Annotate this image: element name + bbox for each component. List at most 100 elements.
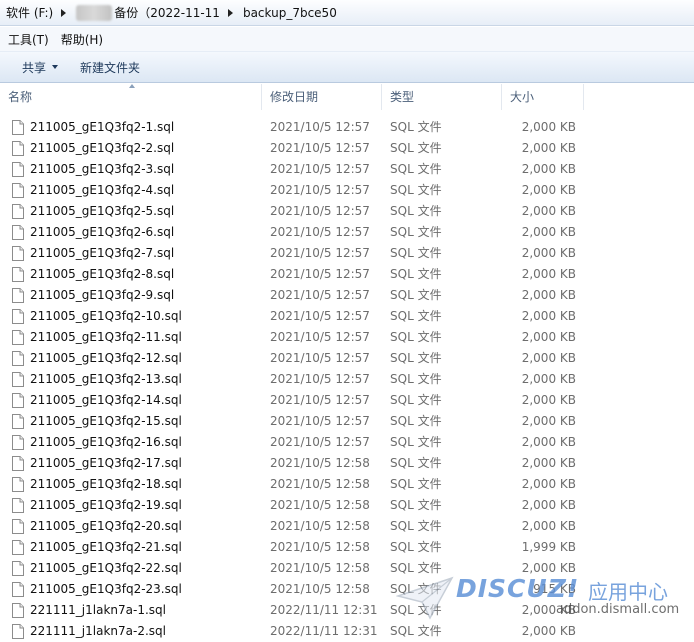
file-modified-date: 2021/10/5 12:57: [270, 330, 370, 344]
file-type: SQL 文件: [390, 288, 442, 302]
file-row[interactable]: 211005_gE1Q3fq2-2.sql 2021/10/5 12:57 SQL …: [0, 138, 694, 159]
column-header-label: 类型: [390, 90, 415, 104]
file-size: 2,000 KB: [521, 414, 576, 428]
menu-help[interactable]: 帮助(H): [55, 28, 109, 51]
file-icon: [12, 498, 24, 513]
file-type: SQL 文件: [390, 624, 442, 638]
file-name: 211005_gE1Q3fq2-16.sql: [30, 435, 182, 449]
file-name: 211005_gE1Q3fq2-19.sql: [30, 498, 182, 512]
chevron-right-icon[interactable]: [227, 8, 233, 17]
file-row[interactable]: 211005_gE1Q3fq2-14.sql 2021/10/5 12:57 SQL…: [0, 390, 694, 411]
file-row[interactable]: 211005_gE1Q3fq2-21.sql 2021/10/5 12:58 SQL…: [0, 537, 694, 558]
file-row[interactable]: 211005_gE1Q3fq2-18.sql 2021/10/5 12:58 SQL…: [0, 474, 694, 495]
file-row[interactable]: 211005_gE1Q3fq2-3.sql 2021/10/5 12:57 SQL …: [0, 159, 694, 180]
menu-tools[interactable]: 工具(T): [2, 28, 55, 51]
file-type: SQL 文件: [390, 162, 442, 176]
file-name: 221111_j1lakn7a-1.sql: [30, 603, 166, 617]
file-modified-date: 2022/11/11 12:31: [270, 603, 378, 617]
file-row[interactable]: 211005_gE1Q3fq2-7.sql 2021/10/5 12:57 SQL …: [0, 243, 694, 264]
file-row[interactable]: 221111_j1lakn7a-2.sql 2022/11/11 12:31 SQL…: [0, 621, 694, 642]
file-type: SQL 文件: [390, 456, 442, 470]
file-row[interactable]: 211005_gE1Q3fq2-17.sql 2021/10/5 12:58 SQL…: [0, 453, 694, 474]
file-size: 2,000 KB: [521, 330, 576, 344]
file-row[interactable]: 211005_gE1Q3fq2-11.sql 2021/10/5 12:57 SQL…: [0, 327, 694, 348]
breadcrumb-label: 备份（2022-11-11: [114, 6, 220, 20]
file-modified-date: 2021/10/5 12:57: [270, 141, 370, 155]
breadcrumb-backup-folder[interactable]: 备份（2022-11-11: [76, 4, 220, 21]
column-header-date[interactable]: 修改日期: [262, 84, 382, 110]
file-row[interactable]: 221111_j1lakn7a-1.sql 2022/11/11 12:31 SQL…: [0, 600, 694, 621]
chevron-right-icon[interactable]: [61, 8, 67, 17]
file-size: 2,000 KB: [521, 456, 576, 470]
address-bar[interactable]: 软件 (F:) 备份（2022-11-11 backup_7bce50: [0, 0, 694, 26]
file-type: SQL 文件: [390, 141, 442, 155]
column-header-name[interactable]: 名称: [0, 84, 262, 110]
file-name: 211005_gE1Q3fq2-4.sql: [30, 183, 175, 197]
file-row[interactable]: 211005_gE1Q3fq2-16.sql 2021/10/5 12:57 SQL…: [0, 432, 694, 453]
file-modified-date: 2022/11/11 12:31: [270, 624, 378, 638]
share-button[interactable]: 共享: [14, 55, 66, 80]
file-modified-date: 2021/10/5 12:57: [270, 204, 370, 218]
file-row[interactable]: 211005_gE1Q3fq2-5.sql 2021/10/5 12:57 SQL …: [0, 201, 694, 222]
file-icon: [12, 393, 24, 408]
file-type: SQL 文件: [390, 372, 442, 386]
file-row[interactable]: 211005_gE1Q3fq2-4.sql 2021/10/5 12:57 SQL …: [0, 180, 694, 201]
file-icon: [12, 204, 24, 219]
file-row[interactable]: 211005_gE1Q3fq2-19.sql 2021/10/5 12:58 SQL…: [0, 495, 694, 516]
file-icon: [12, 225, 24, 240]
file-type: SQL 文件: [390, 540, 442, 554]
breadcrumb-label: 软件 (F:): [6, 6, 54, 20]
file-modified-date: 2021/10/5 12:57: [270, 162, 370, 176]
file-row[interactable]: 211005_gE1Q3fq2-20.sql 2021/10/5 12:58 SQL…: [0, 516, 694, 537]
file-size: 2,000 KB: [521, 477, 576, 491]
file-icon: [12, 561, 24, 576]
file-size: 2,000 KB: [521, 183, 576, 197]
file-row[interactable]: 211005_gE1Q3fq2-6.sql 2021/10/5 12:57 SQL …: [0, 222, 694, 243]
file-name: 211005_gE1Q3fq2-23.sql: [30, 582, 182, 596]
file-row[interactable]: 211005_gE1Q3fq2-15.sql 2021/10/5 12:57 SQL…: [0, 411, 694, 432]
file-name: 211005_gE1Q3fq2-14.sql: [30, 393, 182, 407]
file-name: 211005_gE1Q3fq2-8.sql: [30, 267, 175, 281]
file-icon: [12, 603, 24, 618]
file-size: 2,000 KB: [521, 141, 576, 155]
file-row[interactable]: 211005_gE1Q3fq2-23.sql 2021/10/5 12:58 SQL…: [0, 579, 694, 600]
file-modified-date: 2021/10/5 12:57: [270, 120, 370, 134]
column-header-size[interactable]: 大小: [502, 84, 584, 110]
file-type: SQL 文件: [390, 120, 442, 134]
file-row[interactable]: 211005_gE1Q3fq2-10.sql 2021/10/5 12:57 SQL…: [0, 306, 694, 327]
file-modified-date: 2021/10/5 12:58: [270, 477, 370, 491]
new-folder-button[interactable]: 新建文件夹: [72, 55, 148, 80]
file-size: 2,000 KB: [521, 267, 576, 281]
menu-bar: 工具(T) 帮助(H): [0, 27, 694, 51]
file-modified-date: 2021/10/5 12:57: [270, 267, 370, 281]
file-icon: [12, 183, 24, 198]
file-icon: [12, 540, 24, 555]
file-icon: [12, 309, 24, 324]
file-type: SQL 文件: [390, 351, 442, 365]
file-icon: [12, 624, 24, 639]
file-icon: [12, 267, 24, 282]
file-modified-date: 2021/10/5 12:57: [270, 225, 370, 239]
breadcrumb-current-folder[interactable]: backup_7bce50: [243, 6, 337, 20]
file-size: 2,000 KB: [521, 435, 576, 449]
file-row[interactable]: 211005_gE1Q3fq2-8.sql 2021/10/5 12:57 SQL …: [0, 264, 694, 285]
file-name: 211005_gE1Q3fq2-12.sql: [30, 351, 182, 365]
file-type: SQL 文件: [390, 267, 442, 281]
column-header-type[interactable]: 类型: [382, 84, 502, 110]
file-row[interactable]: 211005_gE1Q3fq2-22.sql 2021/10/5 12:58 SQL…: [0, 558, 694, 579]
file-type: SQL 文件: [390, 414, 442, 428]
file-type: SQL 文件: [390, 330, 442, 344]
file-type: SQL 文件: [390, 498, 442, 512]
file-name: 211005_gE1Q3fq2-3.sql: [30, 162, 175, 176]
file-row[interactable]: 211005_gE1Q3fq2-9.sql 2021/10/5 12:57 SQL …: [0, 285, 694, 306]
file-size: 2,000 KB: [521, 288, 576, 302]
file-name: 211005_gE1Q3fq2-15.sql: [30, 414, 182, 428]
breadcrumb-label: backup_7bce50: [242, 5, 337, 20]
file-row[interactable]: 211005_gE1Q3fq2-1.sql 2021/10/5 12:57 SQL …: [0, 117, 694, 138]
sort-ascending-icon: [129, 84, 135, 88]
file-size: 2,000 KB: [521, 309, 576, 323]
column-header-label: 名称: [8, 90, 33, 104]
breadcrumb-drive[interactable]: 软件 (F:): [6, 4, 53, 21]
file-row[interactable]: 211005_gE1Q3fq2-13.sql 2021/10/5 12:57 SQL…: [0, 369, 694, 390]
file-row[interactable]: 211005_gE1Q3fq2-12.sql 2021/10/5 12:57 SQL…: [0, 348, 694, 369]
